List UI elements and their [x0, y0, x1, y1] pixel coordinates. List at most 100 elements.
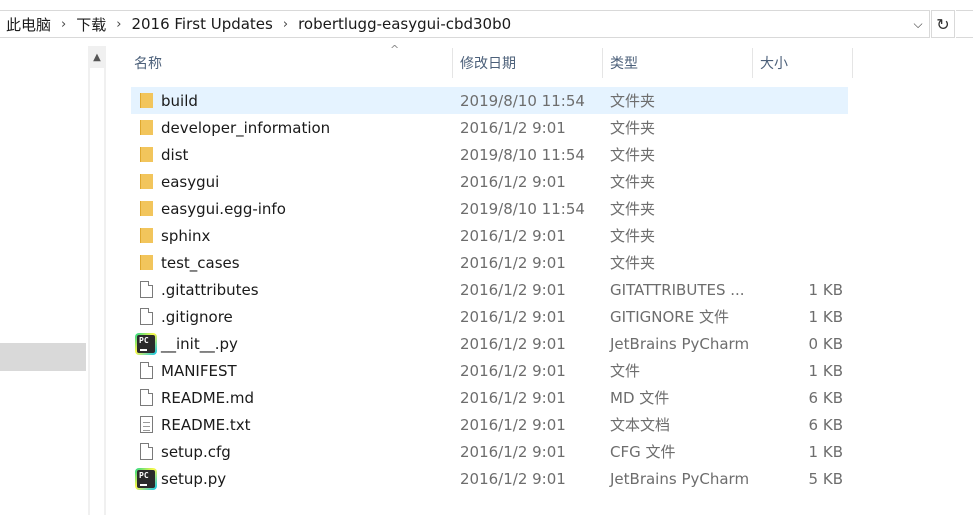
chevron-right-icon[interactable]: › [57, 17, 70, 32]
file-modified-date: 2019/8/10 11:54 [460, 145, 585, 164]
file-icon-cell: PC [135, 465, 157, 492]
file-name: test_cases [161, 253, 240, 272]
file-row[interactable]: sphinx 2016/1/2 9:01 文件夹 [131, 222, 848, 249]
file-icon [139, 443, 153, 460]
column-header-date-label: 修改日期 [460, 56, 516, 72]
file-icon-cell [136, 114, 156, 141]
column-header-type[interactable]: 类型 [610, 46, 638, 80]
nav-selected-item[interactable] [0, 343, 86, 371]
file-name: sphinx [161, 226, 211, 245]
pycharm-icon: PC [135, 332, 157, 355]
file-modified-date: 2016/1/2 9:01 [460, 307, 566, 326]
file-name: .gitignore [161, 307, 233, 326]
file-size [760, 87, 843, 114]
column-divider[interactable] [602, 48, 603, 78]
breadcrumb-item[interactable]: 2016 First Updates › [125, 15, 292, 33]
file-icon-cell [136, 87, 156, 114]
file-type: 文件夹 [610, 146, 656, 164]
folder-icon [139, 93, 153, 108]
column-headers: ^ 名称 修改日期 类型 大小 [106, 43, 973, 84]
file-row[interactable]: developer_information 2016/1/2 9:01 文件夹 [131, 114, 848, 141]
address-bar: 此电脑 › 下载 › 2016 First Updates › robertlugg-eas… [0, 0, 973, 46]
breadcrumb-item[interactable]: 下载 › [70, 14, 125, 35]
refresh-button[interactable]: ↻ [931, 10, 955, 38]
column-header-type-label: 类型 [610, 56, 638, 72]
file-icon-cell [136, 303, 156, 330]
file-icon [139, 308, 153, 325]
file-modified-date: 2016/1/2 9:01 [460, 388, 566, 407]
file-icon [139, 389, 153, 406]
file-row[interactable]: .gitignore 2016/1/2 9:01 GITIGNORE 文件 1 KB [131, 303, 848, 330]
file-type: JetBrains PyCharm [610, 469, 750, 488]
file-size [760, 168, 843, 195]
file-size: 1 KB [808, 361, 843, 380]
file-icon-cell [136, 249, 156, 276]
nav-scrollbar[interactable]: ▲ [88, 46, 106, 516]
pycharm-icon: PC [135, 467, 157, 490]
file-row[interactable]: setup.cfg 2016/1/2 9:01 CFG 文件 1 KB [131, 438, 848, 465]
breadcrumb-item[interactable]: 此电脑 › [0, 14, 70, 35]
column-header-size-label: 大小 [760, 56, 788, 72]
sort-ascending-icon: ^ [390, 43, 400, 56]
file-type: 文件夹 [610, 200, 656, 218]
file-row[interactable]: MANIFEST 2016/1/2 9:01 文件 1 KB [131, 357, 848, 384]
file-row[interactable]: dist 2019/8/10 11:54 文件夹 [131, 141, 848, 168]
file-row[interactable]: easygui.egg-info 2019/8/10 11:54 文件夹 [131, 195, 848, 222]
file-type: JetBrains PyCharm [610, 334, 750, 353]
file-name: easygui.egg-info [161, 199, 286, 218]
file-name: setup.py [161, 469, 227, 488]
folder-icon [139, 201, 153, 216]
scroll-up-button[interactable]: ▲ [88, 46, 106, 68]
file-icon [139, 362, 153, 379]
scrollbar-thumb[interactable] [90, 68, 104, 516]
chevron-down-icon: ⌵ [913, 16, 923, 31]
folder-icon [139, 147, 153, 162]
file-type: 文本文档 [610, 416, 671, 434]
file-row[interactable]: test_cases 2016/1/2 9:01 文件夹 [131, 249, 848, 276]
column-divider[interactable] [452, 48, 453, 78]
file-icon-cell [136, 222, 156, 249]
folder-icon [139, 228, 153, 243]
column-divider[interactable] [752, 48, 753, 78]
file-icon-cell [136, 438, 156, 465]
file-name: build [161, 91, 198, 110]
file-name: README.txt [161, 415, 251, 434]
breadcrumb[interactable]: 此电脑 › 下载 › 2016 First Updates › robertlugg-eas… [0, 10, 930, 38]
file-row[interactable]: README.md 2016/1/2 9:01 MD 文件 6 KB [131, 384, 848, 411]
file-size [760, 114, 843, 141]
pycharm-icon-label: PC [139, 470, 149, 480]
file-icon-cell [136, 195, 156, 222]
file-icon-cell [136, 357, 156, 384]
file-name: README.md [161, 388, 255, 407]
file-row[interactable]: PC setup.py 2016/1/2 9:01 JetBrains PyCharm… [131, 465, 848, 492]
breadcrumb-item-label: 2016 First Updates [131, 15, 273, 33]
file-icon-cell [136, 168, 156, 195]
column-header-size[interactable]: 大小 [760, 46, 788, 80]
address-dropdown-button[interactable]: ⌵ [907, 11, 929, 37]
file-row[interactable]: .gitattributes 2016/1/2 9:01 GITATTRIBUTES… [131, 276, 848, 303]
file-row[interactable]: README.txt 2016/1/2 9:01 文本文档 6 KB [131, 411, 848, 438]
file-icon-cell: PC [135, 330, 157, 357]
file-modified-date: 2016/1/2 9:01 [460, 334, 566, 353]
column-header-name[interactable]: 名称 [134, 46, 162, 80]
column-divider[interactable] [852, 48, 853, 78]
pycharm-icon-label: PC [139, 335, 149, 345]
file-type: CFG 文件 [610, 443, 676, 461]
file-row[interactable]: PC __init__.py 2016/1/2 9:01 JetBrains PyCh… [131, 330, 848, 357]
file-modified-date: 2016/1/2 9:01 [460, 415, 566, 434]
search-box-edge[interactable] [956, 10, 973, 38]
file-type: 文件 [610, 362, 641, 380]
file-icon [139, 281, 153, 298]
column-header-date[interactable]: 修改日期 [460, 46, 516, 80]
file-icon-cell [136, 141, 156, 168]
file-size [760, 249, 843, 276]
breadcrumb-item[interactable]: robertlugg-easygui-cbd30b0 [292, 15, 517, 33]
file-row[interactable]: easygui 2016/1/2 9:01 文件夹 [131, 168, 848, 195]
chevron-right-icon[interactable]: › [112, 17, 125, 32]
chevron-right-icon[interactable]: › [279, 17, 292, 32]
file-row[interactable]: build 2019/8/10 11:54 文件夹 [131, 87, 848, 114]
navigation-pane [0, 46, 88, 515]
file-type: 文件夹 [610, 254, 656, 272]
breadcrumb-item-label: robertlugg-easygui-cbd30b0 [298, 15, 512, 33]
folder-icon [139, 255, 153, 270]
